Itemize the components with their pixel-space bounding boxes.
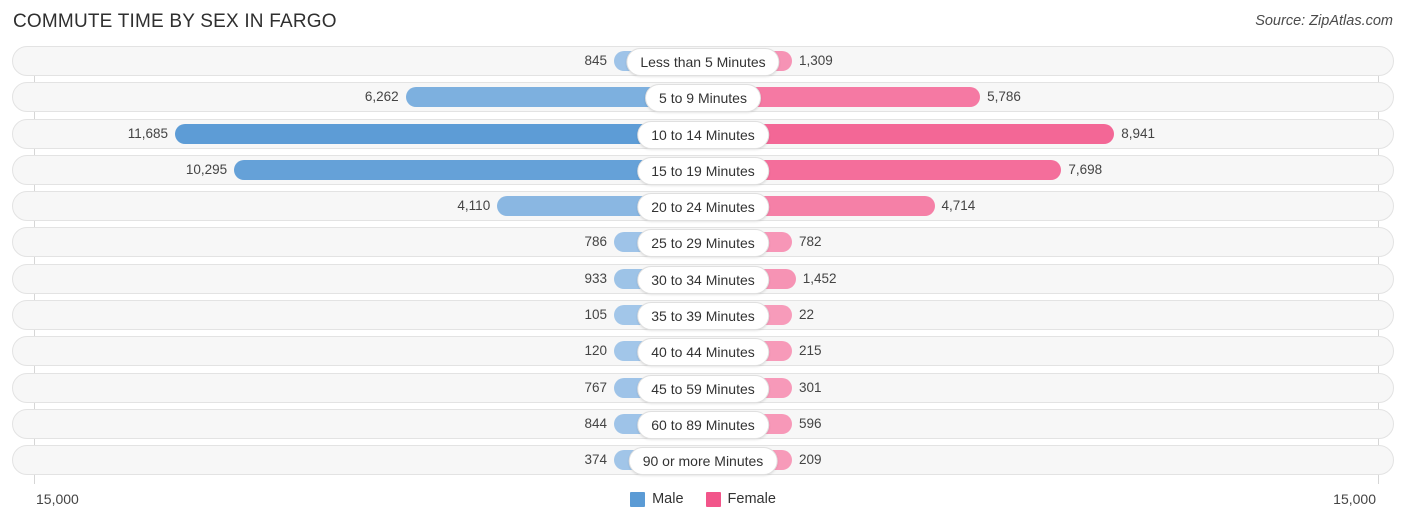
chart-header: COMMUTE TIME BY SEX IN FARGO Source: Zip… bbox=[0, 0, 1406, 44]
value-label-male: 374 bbox=[584, 452, 607, 468]
bar-row: 105 22 35 to 39 Minutes bbox=[0, 300, 1406, 331]
bar-female[interactable] bbox=[734, 159, 1062, 180]
category-label[interactable]: 45 to 59 Minutes bbox=[637, 374, 769, 403]
page-title: COMMUTE TIME BY SEX IN FARGO bbox=[13, 11, 337, 32]
value-label-female: 22 bbox=[799, 307, 815, 323]
category-label[interactable]: 35 to 39 Minutes bbox=[637, 302, 769, 331]
category-label[interactable]: Less than 5 Minutes bbox=[626, 48, 780, 76]
legend-swatch-male-icon bbox=[630, 491, 646, 507]
value-label-male: 6,262 bbox=[364, 89, 399, 105]
chart-footer: 15,000 15,000 Male Female bbox=[0, 487, 1406, 523]
value-label-female: 7,698 bbox=[1068, 161, 1103, 177]
value-label-female: 782 bbox=[799, 234, 822, 250]
bar-row: 786 782 25 to 29 Minutes bbox=[0, 227, 1406, 258]
legend-item-female[interactable]: Female bbox=[705, 491, 776, 507]
bar-rows: 845 1,309 Less than 5 Minutes 6,262 5,786 5 t… bbox=[0, 46, 1406, 482]
value-label-male: 933 bbox=[584, 270, 607, 286]
chart-plot-area: 845 1,309 Less than 5 Minutes 6,262 5,786 5 t… bbox=[0, 46, 1406, 484]
category-label[interactable]: 15 to 19 Minutes bbox=[637, 156, 769, 185]
bar-row: 767 301 45 to 59 Minutes bbox=[0, 372, 1406, 403]
value-label-female: 1,452 bbox=[802, 270, 837, 286]
category-label[interactable]: 20 to 24 Minutes bbox=[637, 193, 769, 222]
bar-row: 933 1,452 30 to 34 Minutes bbox=[0, 263, 1406, 294]
value-label-male: 120 bbox=[584, 343, 607, 359]
bar-row: 6,262 5,786 5 to 9 Minutes bbox=[0, 82, 1406, 113]
bar-row: 120 215 40 to 44 Minutes bbox=[0, 336, 1406, 367]
source-attribution: Source: ZipAtlas.com bbox=[1255, 13, 1393, 29]
bar-row: 4,110 4,714 20 to 24 Minutes bbox=[0, 191, 1406, 222]
legend-label-male: Male bbox=[652, 491, 684, 507]
value-label-male: 11,685 bbox=[127, 125, 168, 141]
value-label-female: 209 bbox=[799, 452, 822, 468]
category-label[interactable]: 10 to 14 Minutes bbox=[637, 120, 769, 149]
value-label-male: 786 bbox=[584, 234, 607, 250]
category-label[interactable]: 25 to 29 Minutes bbox=[637, 229, 769, 258]
legend-item-male[interactable]: Male bbox=[630, 491, 684, 507]
value-label-female: 1,309 bbox=[799, 53, 833, 68]
bar-female[interactable] bbox=[734, 87, 981, 108]
legend: Male Female bbox=[0, 491, 1406, 507]
category-label[interactable]: 5 to 9 Minutes bbox=[645, 84, 761, 113]
bar-row: 374 209 90 or more Minutes bbox=[0, 445, 1406, 476]
legend-swatch-female-icon bbox=[705, 491, 721, 507]
value-label-female: 301 bbox=[799, 379, 822, 395]
value-label-female: 4,714 bbox=[941, 198, 976, 214]
value-label-female: 8,941 bbox=[1121, 125, 1156, 141]
category-label[interactable]: 30 to 34 Minutes bbox=[637, 265, 769, 294]
bar-row: 845 1,309 Less than 5 Minutes bbox=[0, 46, 1406, 76]
value-label-male: 105 bbox=[584, 307, 607, 323]
category-label[interactable]: 40 to 44 Minutes bbox=[637, 338, 769, 367]
value-label-male: 10,295 bbox=[185, 161, 228, 177]
bar-male[interactable] bbox=[175, 123, 672, 144]
bar-male[interactable] bbox=[405, 87, 672, 108]
value-label-male: 845 bbox=[584, 53, 607, 68]
value-label-female: 5,786 bbox=[987, 89, 1021, 105]
value-label-male: 767 bbox=[584, 379, 607, 395]
bar-male[interactable] bbox=[234, 159, 672, 180]
value-label-male: 4,110 bbox=[457, 198, 491, 214]
value-label-male: 844 bbox=[584, 415, 607, 431]
bar-row: 11,685 8,941 10 to 14 Minutes bbox=[0, 118, 1406, 149]
value-label-female: 215 bbox=[799, 343, 822, 359]
legend-label-female: Female bbox=[727, 491, 776, 507]
category-label[interactable]: 60 to 89 Minutes bbox=[637, 410, 769, 439]
bar-row: 844 596 60 to 89 Minutes bbox=[0, 408, 1406, 439]
value-label-female: 596 bbox=[799, 415, 822, 431]
bar-row: 10,295 7,698 15 to 19 Minutes bbox=[0, 154, 1406, 185]
category-label[interactable]: 90 or more Minutes bbox=[628, 447, 778, 476]
bar-female[interactable] bbox=[734, 123, 1115, 144]
